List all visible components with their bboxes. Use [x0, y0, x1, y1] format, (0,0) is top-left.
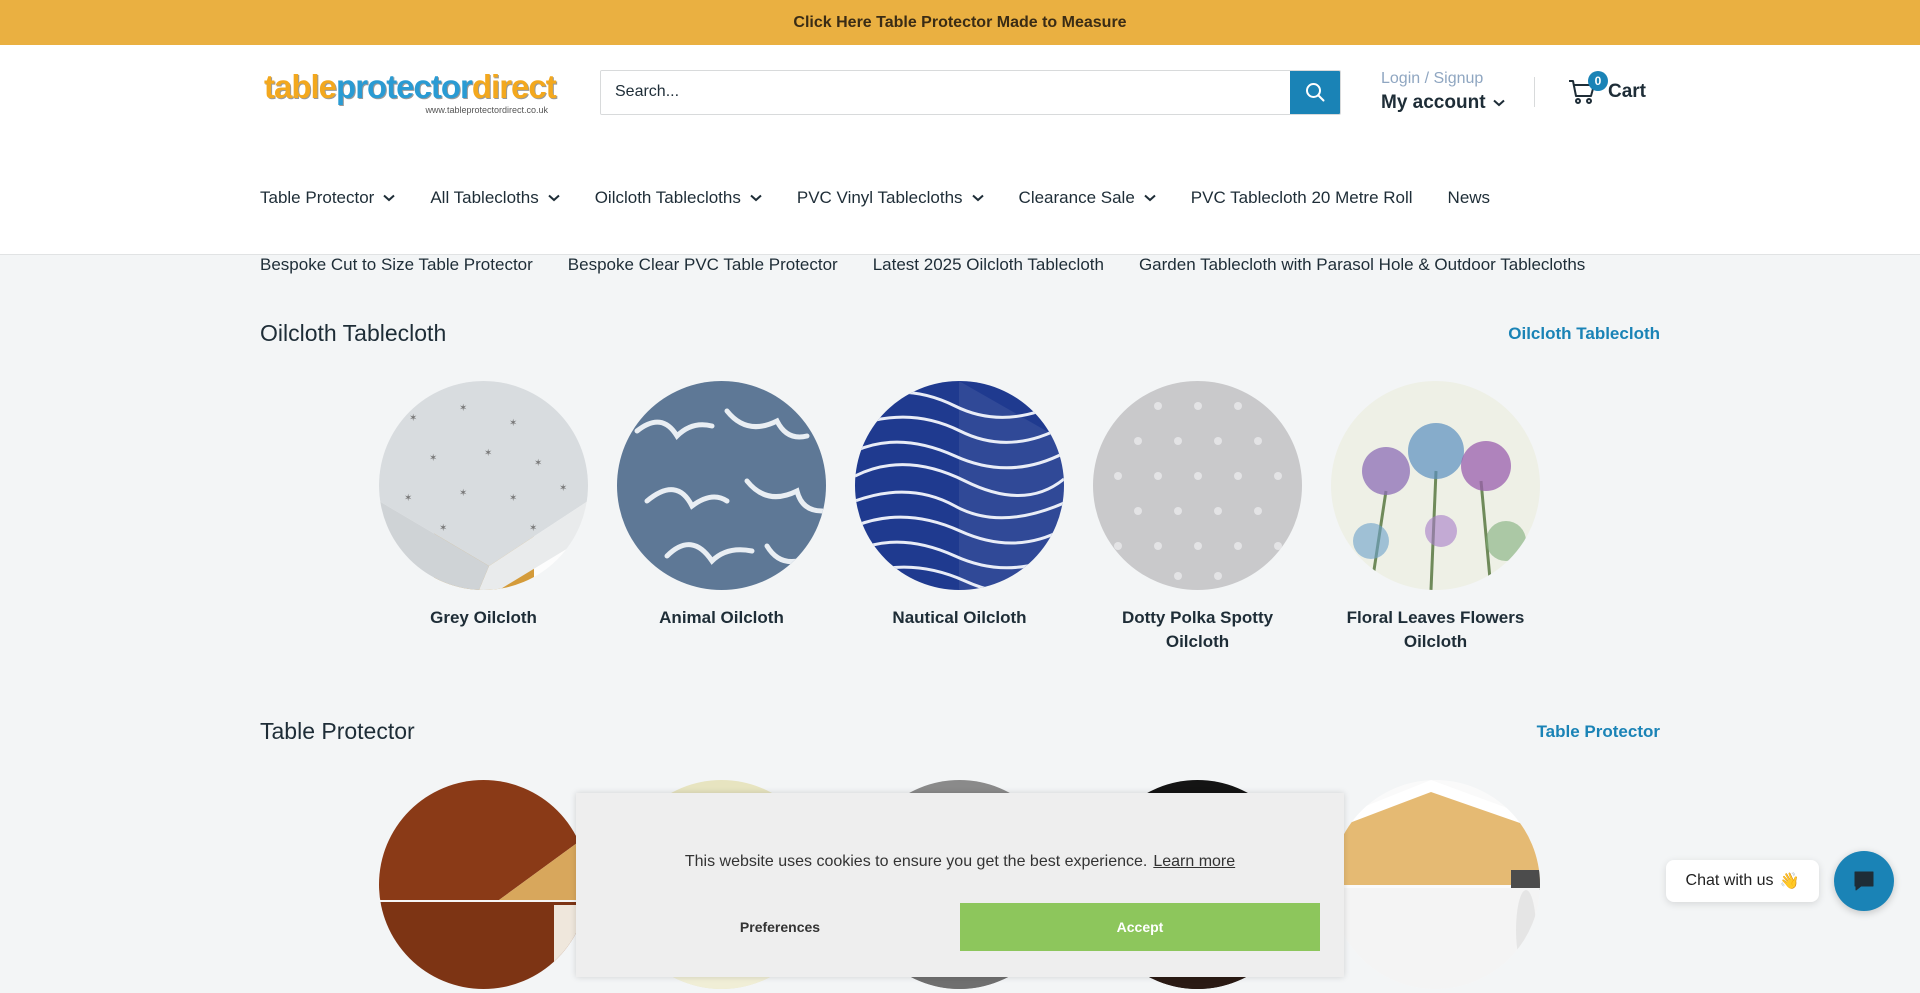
- collection-image: ✶ ✶ ✶ ✶ ✶ ✶ ✶ ✶ ✶ ✶ ✶ ✶ ✶: [379, 381, 588, 590]
- cart-link[interactable]: 0 Cart: [1568, 71, 1647, 105]
- svg-text:✶: ✶: [439, 523, 447, 534]
- collection-label: Grey Oilcloth: [430, 608, 537, 627]
- svg-text:✶: ✶: [554, 403, 562, 414]
- collection-image: [1331, 381, 1540, 590]
- logo-url: www.tableprotectordirect.co.uk: [425, 104, 548, 115]
- svg-text:✶: ✶: [484, 448, 492, 459]
- nav-item-table-protector[interactable]: Table Protector: [260, 188, 396, 208]
- svg-text:✶: ✶: [404, 493, 412, 504]
- chevron-down-icon: [971, 194, 984, 202]
- chat-prompt-bubble[interactable]: Chat with us 👋: [1666, 860, 1819, 902]
- header-top: tableprotectordirect www.tableprotectord…: [260, 67, 1660, 117]
- nav-item-garden-tablecloth[interactable]: Garden Tablecloth with Parasol Hole & Ou…: [1139, 255, 1585, 275]
- secondary-nav: Bespoke Cut to Size Table Protector Besp…: [260, 255, 1620, 275]
- search-icon: [1306, 83, 1325, 102]
- collection-label: Animal Oilcloth: [659, 608, 784, 627]
- cookie-banner: This website uses cookies to ensure you …: [576, 793, 1344, 977]
- announcement-bar[interactable]: Click Here Table Protector Made to Measu…: [0, 0, 1920, 45]
- svg-text:✶: ✶: [429, 453, 437, 464]
- chevron-down-icon: [1492, 99, 1505, 107]
- my-account-dropdown[interactable]: My account: [1381, 92, 1531, 114]
- svg-text:✶: ✶: [459, 403, 467, 414]
- collection-image: [617, 381, 826, 590]
- nav-item-clearance-sale[interactable]: Clearance Sale: [1019, 188, 1156, 208]
- search-form: [600, 69, 1341, 115]
- nav-item-news[interactable]: News: [1448, 188, 1491, 208]
- svg-text:✶: ✶: [559, 483, 567, 494]
- collection-list: ✶ ✶ ✶ ✶ ✶ ✶ ✶ ✶ ✶ ✶ ✶ ✶ ✶ Grey Oilcloth: [379, 381, 1540, 654]
- chevron-down-icon: [750, 194, 762, 202]
- collection-label: Floral Leaves Flowers Oilcloth: [1346, 608, 1525, 651]
- svg-text:✶: ✶: [529, 523, 537, 534]
- svg-text:✶: ✶: [409, 413, 417, 424]
- oilcloth-section: Oilcloth Tablecloth Oilcloth Tablecloth …: [260, 320, 1660, 651]
- svg-text:✶: ✶: [459, 488, 467, 499]
- cart-label: Cart: [1608, 81, 1647, 102]
- svg-text:✶: ✶: [509, 493, 517, 504]
- chat-icon: [1854, 871, 1874, 891]
- collection-animal-oilcloth[interactable]: Animal Oilcloth: [617, 381, 826, 654]
- announcement-text[interactable]: Click Here Table Protector Made to Measu…: [793, 14, 1126, 32]
- logo-wordmark: tableprotectordirect: [264, 67, 557, 105]
- nav-item-bespoke-clear-pvc[interactable]: Bespoke Clear PVC Table Protector: [568, 255, 838, 275]
- table-protector-section: Table Protector Table Protector: [260, 718, 1660, 989]
- collection-brown-table-protector[interactable]: [379, 780, 588, 989]
- my-account-label: My account: [1381, 92, 1486, 113]
- login-signup-link[interactable]: Login / Signup: [1381, 70, 1531, 88]
- chevron-down-icon: [1144, 194, 1156, 202]
- nav-item-pvc-20-metre-roll[interactable]: PVC Tablecloth 20 Metre Roll: [1191, 188, 1413, 208]
- cart-count-badge: 0: [1588, 71, 1608, 91]
- cookie-message: This website uses cookies to ensure you …: [684, 853, 1236, 870]
- nav-item-oilcloth-tablecloths[interactable]: Oilcloth Tablecloths: [595, 188, 762, 208]
- nav-item-bespoke-cut-to-size[interactable]: Bespoke Cut to Size Table Protector: [260, 255, 533, 275]
- chevron-down-icon: [383, 194, 396, 202]
- nav-item-all-tablecloths[interactable]: All Tablecloths: [430, 188, 560, 208]
- collection-dotty-polka-oilcloth[interactable]: Dotty Polka Spotty Oilcloth: [1093, 381, 1302, 654]
- section-view-link[interactable]: Oilcloth Tablecloth: [1508, 324, 1660, 344]
- collection-image: [1331, 780, 1540, 989]
- chevron-down-icon: [548, 194, 560, 202]
- collection-nautical-oilcloth[interactable]: Nautical Oilcloth: [855, 381, 1064, 654]
- svg-text:✶: ✶: [509, 418, 517, 429]
- learn-more-link[interactable]: Learn more: [1153, 853, 1235, 870]
- collection-label: Nautical Oilcloth: [892, 608, 1027, 627]
- account-menu: Login / Signup My account: [1381, 70, 1531, 114]
- nav-item-latest-2025-oilcloth[interactable]: Latest 2025 Oilcloth Tablecloth: [873, 255, 1104, 275]
- wave-hand-icon: 👋: [1779, 873, 1800, 890]
- search-input[interactable]: [601, 70, 1290, 114]
- cookie-preferences-button[interactable]: Preferences: [600, 903, 960, 951]
- cookie-accept-button[interactable]: Accept: [960, 903, 1320, 951]
- collection-grey-oilcloth[interactable]: ✶ ✶ ✶ ✶ ✶ ✶ ✶ ✶ ✶ ✶ ✶ ✶ ✶ Grey Oilcloth: [379, 381, 588, 654]
- search-button[interactable]: [1290, 70, 1340, 114]
- chat-prompt-text: Chat with us: [1685, 872, 1774, 889]
- header-divider: [1534, 77, 1535, 107]
- main-nav: Table Protector All Tablecloths Oilcloth…: [260, 188, 1525, 208]
- site-logo[interactable]: tableprotectordirect www.tableprotectord…: [264, 66, 557, 118]
- collection-image: [379, 780, 588, 989]
- section-title: Table Protector: [260, 718, 415, 744]
- chat-launcher-button[interactable]: [1834, 851, 1894, 911]
- collection-floral-oilcloth[interactable]: Floral Leaves Flowers Oilcloth: [1331, 381, 1540, 654]
- collection-label: Dotty Polka Spotty Oilcloth: [1121, 608, 1274, 651]
- collection-white-table-protector[interactable]: [1331, 780, 1540, 989]
- section-header: Table Protector Table Protector: [260, 718, 1660, 745]
- section-header: Oilcloth Tablecloth Oilcloth Tablecloth: [260, 320, 1660, 347]
- collection-image: [1093, 381, 1302, 590]
- collection-image: [855, 381, 1064, 590]
- nav-item-pvc-vinyl-tablecloths[interactable]: PVC Vinyl Tablecloths: [797, 188, 984, 208]
- site-header: tableprotectordirect www.tableprotectord…: [0, 45, 1920, 274]
- section-title: Oilcloth Tablecloth: [260, 320, 447, 346]
- svg-text:✶: ✶: [534, 458, 542, 469]
- section-view-link[interactable]: Table Protector: [1537, 722, 1660, 742]
